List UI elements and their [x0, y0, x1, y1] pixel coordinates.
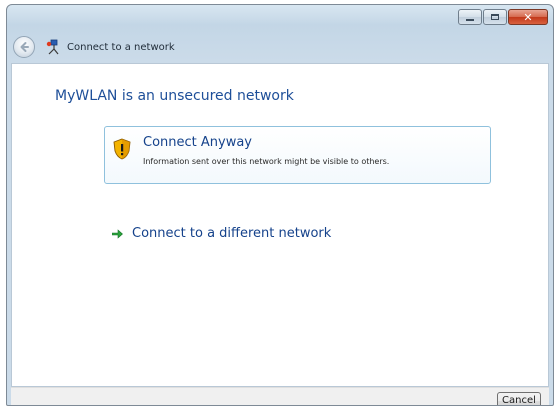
- cancel-button[interactable]: Cancel: [497, 392, 541, 405]
- minimize-button[interactable]: [458, 9, 482, 25]
- connect-different-network-link[interactable]: Connect to a different network: [111, 226, 331, 241]
- dialog-footer: Cancel: [11, 387, 549, 405]
- minimize-icon: [466, 19, 474, 21]
- connect-different-network-label: Connect to a different network: [132, 226, 332, 241]
- maximize-button[interactable]: [483, 9, 507, 25]
- connect-anyway-description: Information sent over this network might…: [143, 157, 390, 166]
- close-button[interactable]: ✕: [508, 9, 548, 25]
- caption-buttons: ✕: [458, 9, 548, 25]
- main-instruction: MyWLAN is an unsecured network: [55, 88, 294, 104]
- back-button[interactable]: [13, 36, 35, 58]
- dialog-window: ✕ Connect to a network MyWLAN is an unse…: [6, 4, 554, 406]
- back-arrow-icon: [20, 42, 29, 52]
- connect-anyway-title: Connect Anyway: [143, 135, 253, 150]
- green-arrow-icon: [111, 228, 123, 240]
- dialog-header: Connect to a network: [13, 35, 175, 59]
- content-area: MyWLAN is an unsecured network Connect A…: [11, 63, 549, 387]
- window-title: Connect to a network: [67, 41, 175, 53]
- close-icon: ✕: [523, 10, 533, 24]
- connect-anyway-button[interactable]: Connect Anyway Information sent over thi…: [104, 126, 491, 184]
- security-shield-warning-icon: [113, 138, 131, 160]
- maximize-icon: [491, 14, 499, 20]
- network-icon: [45, 39, 61, 55]
